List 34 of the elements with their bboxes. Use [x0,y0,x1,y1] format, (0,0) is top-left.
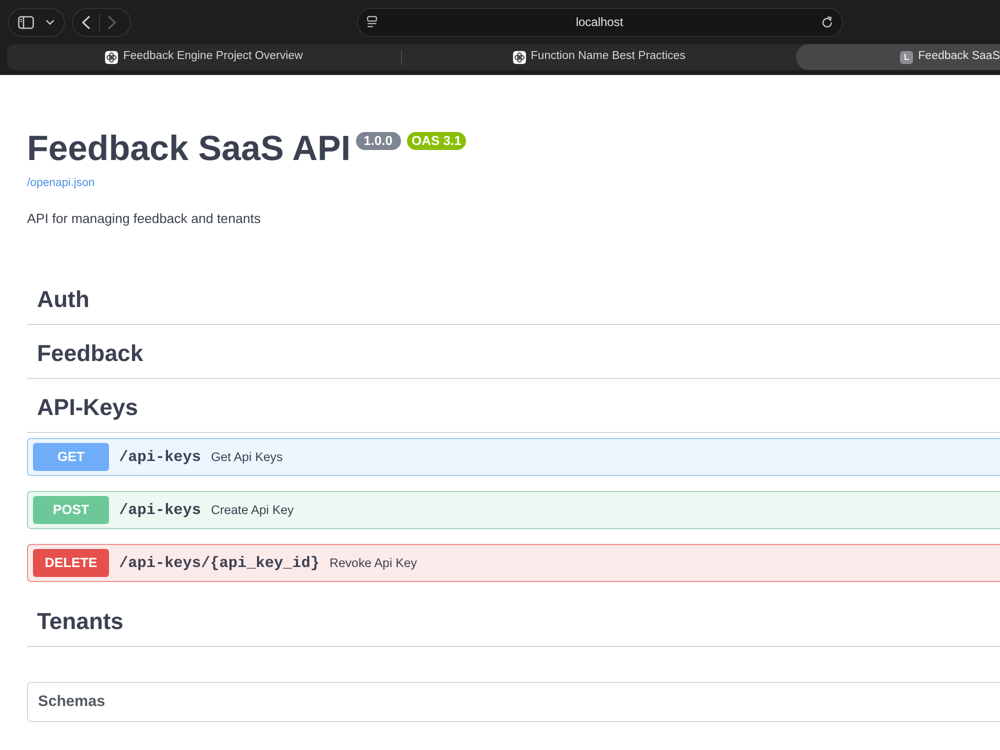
operation-row[interactable]: POST /api-keys Create Api Key [27,491,1000,529]
http-method-label: DELETE [33,549,109,577]
operation-row[interactable]: DELETE /api-keys/{api_key_id} Revoke Api Key [27,544,1000,582]
browser-tab[interactable]: L Feedback SaaS [796,44,1000,70]
endpoint-summary: Get Api Keys [211,448,283,466]
section-header[interactable]: Tenants [27,593,1000,647]
schemas-header[interactable]: Schemas [27,682,1000,722]
sidebar-icon[interactable] [18,16,34,28]
api-title: Feedback SaaS API [27,128,351,170]
knot-logo-icon [105,50,118,64]
section-header[interactable]: Feedback [27,325,1000,379]
http-method-label: GET [33,443,109,471]
oas-version-label: OAS 3.1 [406,132,466,150]
favicon: L [900,50,914,64]
section-header[interactable]: Auth [27,271,1000,325]
http-method-label: POST [33,496,109,524]
page-menu-icon[interactable] [367,16,377,28]
version-label: 1.0.0 [356,132,401,150]
address-bar[interactable]: localhost [357,8,843,36]
endpoint-summary: Revoke Api Key [330,554,417,572]
reload-icon[interactable] [822,16,833,28]
api-description: API for managing feedback and tenants [27,210,262,228]
browser-tab[interactable]: Function Name Best Practices [402,44,796,70]
endpoint-path: /api-keys [119,446,202,468]
endpoint-path: /api-keys/{api_key_id} [119,552,320,574]
chevron-left-icon[interactable] [82,16,90,28]
operation-row[interactable]: GET /api-keys Get Api Keys [27,438,1000,476]
knot-logo-icon [512,50,526,64]
endpoint-path: /api-keys [119,500,202,521]
section-header[interactable]: API-Keys [27,379,1000,433]
endpoint-summary: Create Api Key [211,502,294,519]
chevron-down-icon[interactable] [46,20,54,24]
url-text: localhost [574,14,624,31]
browser-tab[interactable]: Feedback Engine Project Overview [7,44,402,70]
